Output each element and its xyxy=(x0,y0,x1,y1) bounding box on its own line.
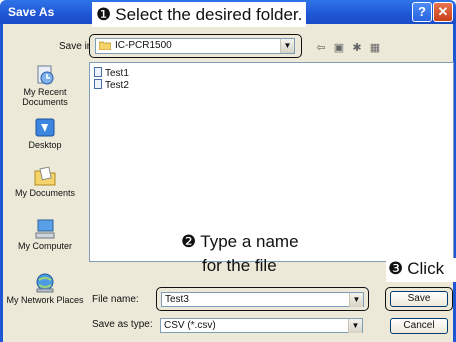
save-button-highlight: Save xyxy=(385,287,453,311)
new-folder-icon[interactable]: ✱ xyxy=(349,40,365,56)
step-1-number: ❶ xyxy=(96,5,112,24)
desktop-icon xyxy=(35,118,55,137)
annotation-step-1: ❶ Select the desired folder. xyxy=(92,2,307,27)
file-name-highlight: Test3 ▼ xyxy=(156,287,369,311)
up-folder-icon[interactable]: ▣ xyxy=(331,40,347,56)
save-in-highlight: IC-PCR1500 ▼ xyxy=(89,34,302,58)
places-bar: My Recent Documents Desktop My Documents… xyxy=(6,60,84,342)
step-2-number: ❷ xyxy=(181,232,197,251)
file-name: Test2 xyxy=(105,80,129,91)
step-1-text: Select the desired folder. xyxy=(115,5,303,24)
step-3-number: ❸ xyxy=(388,259,404,278)
file-name-label: File name: xyxy=(92,294,139,305)
place-label: My Recent Documents xyxy=(22,87,68,107)
place-label: My Computer xyxy=(17,241,72,251)
file-icon xyxy=(94,79,102,89)
save-as-dialog: Save As ? ✕ ❶ Select the desired folder. … xyxy=(0,0,456,342)
place-desktop[interactable]: Desktop xyxy=(6,117,84,150)
chevron-down-icon[interactable]: ▼ xyxy=(349,293,363,307)
back-icon[interactable]: ⇦ xyxy=(313,40,329,56)
file-name: Test1 xyxy=(105,68,129,79)
place-my-network-places[interactable]: My Network Places xyxy=(6,272,84,305)
step-2-line-1: Type a name xyxy=(200,232,299,251)
place-label: My Network Places xyxy=(6,295,84,305)
navigation-toolbar: ⇦ ▣ ✱ ▦ xyxy=(313,38,385,54)
annotation-step-3: ❸ Click xyxy=(386,258,456,282)
close-button[interactable]: ✕ xyxy=(433,2,453,22)
file-icon xyxy=(94,67,102,77)
place-recent-documents[interactable]: My Recent Documents xyxy=(6,64,84,107)
help-button[interactable]: ? xyxy=(412,2,432,22)
save-as-type-label: Save as type: xyxy=(92,319,153,330)
chevron-down-icon[interactable]: ▼ xyxy=(348,319,362,333)
save-as-type-value: CSV (*.csv) xyxy=(164,320,216,331)
step-2-line-2: for the file xyxy=(202,256,277,275)
save-in-value: IC-PCR1500 xyxy=(115,40,172,51)
file-name-field[interactable]: Test3 ▼ xyxy=(161,292,364,307)
my-documents-icon xyxy=(34,166,56,186)
cancel-button[interactable]: Cancel xyxy=(390,318,448,334)
list-item[interactable]: Test2 xyxy=(94,79,129,91)
save-button[interactable]: Save xyxy=(390,291,448,307)
place-label: My Documents xyxy=(14,188,76,198)
save-in-dropdown[interactable]: IC-PCR1500 ▼ xyxy=(95,38,295,54)
views-menu-icon[interactable]: ▦ xyxy=(367,40,383,56)
folder-icon xyxy=(99,41,111,50)
file-name-value: Test3 xyxy=(165,294,189,305)
my-computer-icon xyxy=(35,219,55,239)
annotation-step-2: ❷ Type a name for the file xyxy=(181,232,321,276)
place-my-documents[interactable]: My Documents xyxy=(6,165,84,198)
place-my-computer[interactable]: My Computer xyxy=(6,218,84,251)
network-places-icon xyxy=(36,273,54,293)
step-3-text: Click xyxy=(407,259,445,278)
recent-documents-icon xyxy=(37,65,54,85)
chevron-down-icon[interactable]: ▼ xyxy=(280,39,294,53)
list-item[interactable]: Test1 xyxy=(94,67,129,79)
window-title: Save As xyxy=(8,5,55,19)
place-label: Desktop xyxy=(28,140,62,150)
save-as-type-dropdown[interactable]: CSV (*.csv) ▼ xyxy=(160,318,363,333)
